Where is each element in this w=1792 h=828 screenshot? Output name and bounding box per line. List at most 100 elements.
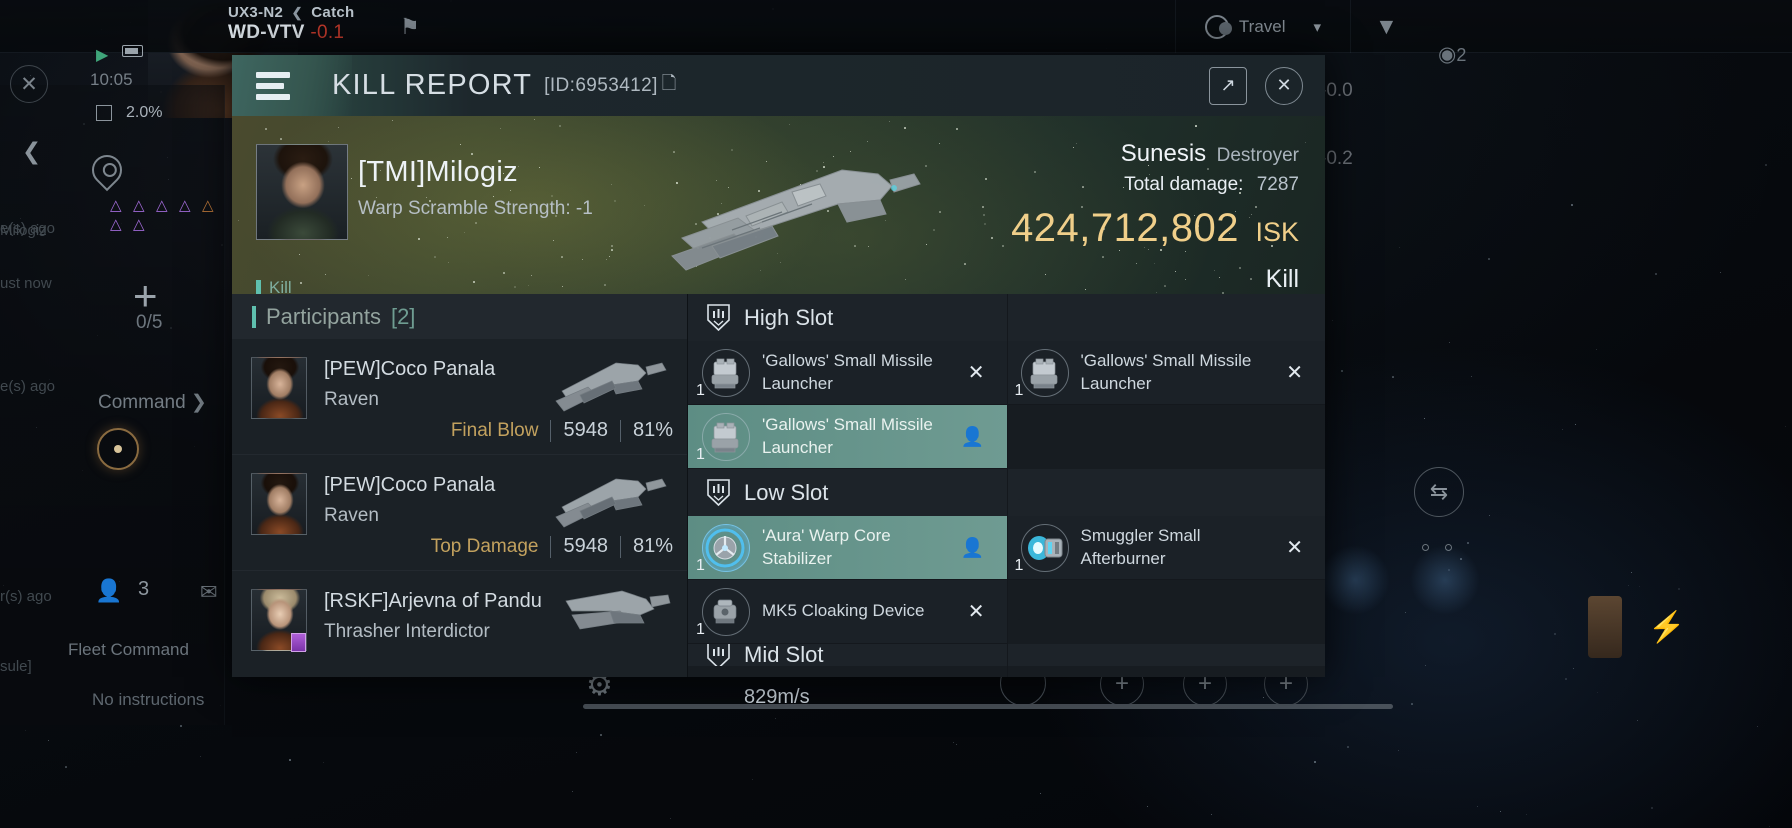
copy-icon[interactable]: 🗋 [662,71,676,101]
item-name: 'Aura' Warp Core Stabilizer [762,525,962,570]
target-reticle-icon[interactable] [97,428,139,470]
item-quantity: 1 [1015,557,1024,575]
missile-launcher-icon: 1 [694,406,756,468]
tag-icon: △ [110,215,122,233]
participant-ship-icon [550,349,675,415]
hamburger-icon[interactable] [232,72,294,100]
victim-subtitle: Warp Scramble Strength: -1 [358,198,593,220]
fitting-item[interactable]: 1 'Gallows' Small Missile Launcher 👤 [688,405,1007,469]
module-scrollbar[interactable] [583,704,1393,709]
warp-core-stabilizer-icon: 1 [694,517,756,579]
table-row[interactable]: [PEW]Coco Panala Raven Top Damage 5948 8… [232,455,687,571]
modal-header: KILL REPORT [ID:6953412] 🗋 ↗ ✕ [232,55,1325,116]
feed-item: r(s) ago [0,588,52,605]
fitting-item[interactable]: 1 'Gallows' Small Missile Launcher ✕ [1007,341,1326,405]
item-quantity: 1 [696,382,705,400]
item-quantity: 1 [696,621,705,639]
participant-ship-icon [550,465,675,531]
command-label: Command [98,392,186,413]
travel-selector[interactable]: Travel ▾ [1175,0,1351,53]
mail-icon[interactable]: ✉ [200,580,218,605]
participant-tag: Final Blow [451,420,539,442]
participant-stats: Final Blow 5948 81% [451,419,673,442]
tag-icon: △ [110,196,122,214]
feed-time: ust now [0,275,52,292]
participant-percent: 81% [633,419,673,442]
no-instructions-label: No instructions [92,690,204,710]
victim-ship-name: Sunesis [1121,140,1206,167]
flag-icon[interactable]: ⚑ [400,14,420,40]
participant-ship: Raven [324,505,379,527]
crew-icon: 👤 [95,578,122,604]
fitting-item[interactable]: 1 Smuggler Small Afterburner ✕ [1007,516,1326,580]
low-slot-icon [706,478,731,507]
item-name: 'Gallows' Small Missile Launcher [762,350,962,395]
tag-icon: △ [133,196,145,214]
location-prev-system: UX3-N2 [228,4,283,21]
mid-slot-icon [706,644,731,666]
close-icon[interactable]: ✕ [1265,67,1303,105]
column-divider [1007,294,1008,677]
avatar [251,473,307,535]
fitting-item[interactable]: 1 'Gallows' Small Missile Launcher ✕ [688,341,1007,405]
close-icon[interactable]: ✕ [1286,360,1303,385]
clock-label: 10:05 [90,70,133,90]
back-icon[interactable]: ❮ [22,138,41,165]
fitting-item[interactable]: 1 'Aura' Warp Core Stabilizer 👤 [688,516,1007,580]
tag-icon: △ [179,196,191,214]
item-quantity: 1 [696,446,705,464]
bolt-icon[interactable]: ⚡ [1648,610,1685,645]
chevron-left-icon: ❮ [292,5,303,20]
location-current-system: WD-VTV [228,22,305,43]
header-actions: ↗ ✕ [1209,67,1325,105]
item-name: Smuggler Small Afterburner [1081,525,1281,570]
item-name: MK5 Cloaking Device [762,600,925,622]
effect-glow-icon [1320,545,1390,615]
participant-damage: 5948 [563,419,608,442]
notification-badge[interactable]: ◉2 [1438,42,1466,67]
share-icon[interactable]: ↗ [1209,67,1247,105]
location-security: -0.1 [310,22,344,43]
location-breadcrumb[interactable]: UX3-N2 ❮ Catch WD-VTV -0.1 [228,4,354,44]
cargo-percent: 2.0% [126,104,162,122]
close-hud-icon[interactable]: ✕ [10,65,48,103]
table-row[interactable]: [PEW]Coco Panala Raven Final Blow 5948 8… [232,339,687,455]
kill-report-modal: KILL REPORT [ID:6953412] 🗋 ↗ ✕ [TMI]Milo… [232,55,1325,677]
person-icon[interactable]: 👤 [961,425,985,449]
travel-label: Travel [1239,17,1286,37]
travel-mode-icon [1205,15,1229,39]
wifi-icon: ▶ [96,45,108,65]
person-icon[interactable]: 👤 [961,536,985,560]
command-button[interactable]: Command ❯ [98,391,207,414]
close-icon[interactable]: ✕ [1286,535,1303,560]
fitting-item[interactable]: 1 MK5 Cloaking Device ✕ [688,580,1007,644]
divider [550,536,551,558]
item-quantity: 1 [1015,382,1024,400]
participant-ship-icon [550,581,675,647]
victim-avatar [256,144,348,240]
participants-title: Participants [266,304,381,330]
ship-module-icon[interactable] [1588,596,1622,658]
feed-item: sule] [0,658,32,675]
total-damage-label: Total damage: [1124,174,1243,195]
participant-stats: Top Damage 5948 81% [431,535,673,558]
victim-banner: [TMI]Milogiz Warp Scramble Strength: -1 … [232,116,1325,294]
close-icon[interactable]: ✕ [968,599,985,624]
item-quantity: 1 [696,557,705,575]
section-accent-bar [252,306,256,328]
participant-ship: Thrasher Interdictor [324,621,490,643]
feed-name: Milogiz [0,222,47,239]
table-row[interactable]: [RSKF]Arjevna of Pandu Thrasher Interdic… [232,571,687,677]
close-icon[interactable]: ✕ [968,360,985,385]
missile-launcher-icon: 1 [1013,342,1075,404]
swap-icon[interactable]: ⇆ [1414,467,1464,517]
fitting-item-empty [1007,405,1326,469]
participant-name: [PEW]Coco Panala [324,474,495,497]
isk-unit: ISK [1255,217,1299,247]
chevron-down-icon[interactable]: ▾ [1314,18,1322,36]
afterburner-icon: 1 [1013,517,1075,579]
location-region: Catch [311,4,354,21]
tag-icon: △ [202,196,214,214]
report-id: [ID:6953412] [544,75,658,97]
filter-icon[interactable]: ▼ [1375,13,1398,40]
